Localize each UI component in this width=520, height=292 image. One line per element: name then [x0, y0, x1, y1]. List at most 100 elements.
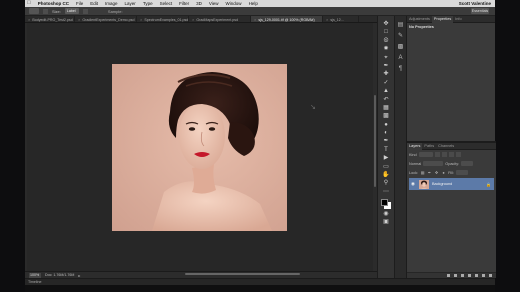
doc-size: Doc: 1.76M/1.76M: [45, 273, 75, 277]
workspace-switcher[interactable]: Essentials: [471, 8, 489, 14]
close-icon[interactable]: ×: [140, 17, 142, 22]
horizontal-scrollbar[interactable]: [185, 273, 300, 275]
doc-tab[interactable]: × GradMapsExperiment.psd: [189, 16, 251, 22]
dodge-tool-icon[interactable]: ◐: [382, 130, 390, 137]
option-icon[interactable]: [82, 8, 88, 14]
tool-preset-picker[interactable]: [29, 8, 39, 14]
menu-layer[interactable]: Layer: [125, 0, 136, 7]
layer-style-icon[interactable]: [454, 274, 457, 277]
lock-paint-icon[interactable]: ✒: [427, 170, 432, 175]
tab-properties[interactable]: Properties: [431, 15, 454, 23]
blend-mode-dropdown[interactable]: [423, 161, 444, 166]
tab-adjustments[interactable]: Adjustments: [407, 16, 432, 23]
delete-layer-icon[interactable]: [489, 274, 492, 277]
menu-help[interactable]: Help: [249, 0, 258, 7]
path-select-icon[interactable]: ▶: [382, 155, 390, 162]
quick-select-tool-icon[interactable]: ✸: [382, 46, 390, 53]
status-menu-icon[interactable]: ▸: [78, 273, 80, 278]
lock-all-icon[interactable]: ●: [441, 170, 446, 175]
quick-mask-icon[interactable]: ◉: [382, 211, 390, 218]
more-tools-icon[interactable]: ⋯: [382, 189, 390, 196]
brush-panel-icon[interactable]: ✎: [398, 33, 404, 39]
layer-row-background[interactable]: ◉ Background 🔒: [409, 178, 494, 190]
zoom-tool-icon[interactable]: ⚲: [382, 180, 390, 187]
portrait-photo[interactable]: [112, 64, 287, 231]
size-select[interactable]: Label: [64, 8, 79, 14]
menu-view[interactable]: View: [209, 0, 219, 7]
timeline-bar[interactable]: Timeline: [25, 278, 495, 285]
doc-tab-active[interactable]: × sjs_129-0001.tif @ 100% (RGB/8#): [251, 16, 323, 22]
menu-window[interactable]: Window: [226, 0, 242, 7]
crop-tool-icon[interactable]: ⌖: [382, 55, 390, 62]
lock-position-icon[interactable]: ✥: [434, 170, 439, 175]
scroll-thumb[interactable]: [374, 95, 376, 187]
eyedropper-tool-icon[interactable]: ✒: [382, 63, 390, 70]
menu-app-name[interactable]: Photoshop CC: [38, 0, 69, 7]
history-brush-icon[interactable]: ↶: [382, 97, 390, 104]
pen-tool-icon[interactable]: ✒: [382, 138, 390, 145]
tab-info[interactable]: Info: [453, 16, 463, 23]
doc-tab[interactable]: × Bodyedit-PRO_Test2.psd: [25, 16, 75, 22]
menu-filter[interactable]: Filter: [179, 0, 189, 7]
blur-tool-icon[interactable]: ●: [382, 122, 390, 129]
user-name[interactable]: Scott Valentine: [459, 0, 495, 7]
canvas-area[interactable]: ↘: [27, 23, 373, 271]
filter-shape-icon[interactable]: [455, 152, 461, 157]
filter-adjustment-icon[interactable]: [441, 152, 447, 157]
eye-icon[interactable]: ◉: [411, 181, 416, 187]
close-icon[interactable]: ×: [192, 17, 194, 22]
filter-pixel-icon[interactable]: [434, 152, 440, 157]
swatches-panel-icon[interactable]: ▩: [398, 44, 404, 50]
tab-layers[interactable]: Layers: [407, 142, 423, 150]
healing-tool-icon[interactable]: ✚: [382, 71, 390, 78]
kind-filter[interactable]: Kind: [409, 153, 417, 157]
history-panel-icon[interactable]: ▤: [398, 22, 404, 28]
tab-paths[interactable]: Paths: [422, 143, 436, 150]
close-icon[interactable]: ×: [78, 17, 80, 22]
zoom-field[interactable]: 100%: [29, 272, 41, 278]
add-mask-icon[interactable]: [461, 274, 464, 277]
type-tool-icon[interactable]: T: [382, 147, 390, 154]
character-panel-icon[interactable]: A: [398, 55, 404, 61]
new-group-icon[interactable]: [475, 274, 478, 277]
move-tool-icon[interactable]: ✥: [382, 21, 390, 28]
menu-edit[interactable]: Edit: [90, 0, 98, 7]
filter-type-icon[interactable]: [448, 152, 454, 157]
menu-image[interactable]: Image: [105, 0, 118, 7]
close-icon[interactable]: ×: [254, 17, 256, 22]
eraser-tool-icon[interactable]: ▦: [382, 105, 390, 112]
blend-mode-select[interactable]: Normal: [409, 162, 421, 166]
close-icon[interactable]: ×: [28, 17, 30, 22]
menu-type[interactable]: Type: [143, 0, 153, 7]
color-swatches[interactable]: [381, 199, 391, 210]
tool-mode-icon[interactable]: [43, 8, 48, 14]
lasso-tool-icon[interactable]: ⧀: [382, 38, 390, 45]
menu-select[interactable]: Select: [160, 0, 173, 7]
gradient-tool-icon[interactable]: ▩: [382, 113, 390, 120]
opacity-field[interactable]: [461, 161, 474, 166]
stamp-tool-icon[interactable]: ▲: [382, 88, 390, 95]
doc-tab[interactable]: × sjs_12...: [323, 16, 359, 22]
kind-select[interactable]: [418, 152, 433, 157]
fill-field[interactable]: [455, 170, 468, 175]
foreground-color-swatch[interactable]: [381, 199, 388, 207]
lock-pixels-icon[interactable]: ▦: [420, 170, 425, 175]
link-layers-icon[interactable]: [447, 274, 450, 277]
paragraph-panel-icon[interactable]: ¶: [398, 66, 404, 72]
tab-channels[interactable]: Channels: [436, 143, 456, 150]
close-icon[interactable]: ×: [326, 17, 328, 22]
doc-tab[interactable]: × SpectrumExamples_01.psd: [137, 16, 189, 22]
doc-tab-label: sjs_12...: [330, 17, 344, 22]
layer-name[interactable]: Background: [432, 182, 483, 186]
adjustment-layer-icon[interactable]: [468, 274, 471, 277]
hand-tool-icon[interactable]: ✋: [382, 172, 390, 179]
doc-tab[interactable]: × GradientExperiments_Demo.psd: [75, 16, 137, 22]
screen-mode-icon[interactable]: ▣: [382, 219, 390, 226]
menu-3d[interactable]: 3D: [196, 0, 202, 7]
marquee-tool-icon[interactable]: □: [382, 29, 390, 36]
new-layer-icon[interactable]: [482, 274, 485, 277]
shape-tool-icon[interactable]: ▭: [382, 164, 390, 171]
menu-file[interactable]: File: [76, 0, 83, 7]
apple-icon[interactable]: : [27, 0, 31, 7]
brush-tool-icon[interactable]: ✓: [382, 80, 390, 87]
